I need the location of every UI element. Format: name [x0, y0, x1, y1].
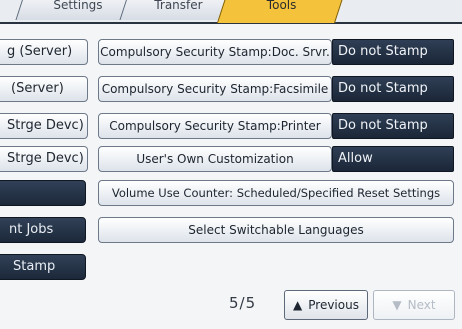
user-customization-value: Allow [332, 146, 454, 172]
tools-screen: Settings Transfer Tools g (Server) (Serv… [0, 0, 462, 329]
previous-button[interactable]: ▲ Previous [284, 290, 368, 320]
doc-server-stamp-label: Compulsory Security Stamp:Doc. Srvr. [100, 45, 330, 59]
switchable-languages-button[interactable]: Select Switchable Languages [98, 217, 454, 243]
user-customization-button[interactable]: User's Own Customization [98, 146, 332, 172]
page-indicator: 5/5 [229, 294, 257, 312]
left-button-1[interactable]: g (Server) [0, 39, 88, 65]
left-button-7-label: Stamp [13, 259, 56, 274]
printer-stamp-value: Do not Stamp [332, 113, 454, 139]
tab-strip: Settings Transfer Tools [0, 0, 462, 24]
left-button-6[interactable]: nt Jobs [0, 217, 86, 243]
switchable-languages-label: Select Switchable Languages [188, 223, 364, 237]
left-button-2-label: (Server) [11, 81, 64, 96]
facsimile-stamp-value: Do not Stamp [332, 76, 454, 102]
left-button-5[interactable] [0, 180, 86, 206]
next-label: Next [407, 298, 436, 312]
volume-counter-label: Volume Use Counter: Scheduled/Specified … [111, 186, 441, 200]
previous-label: Previous [308, 298, 359, 312]
left-button-7[interactable]: Stamp [0, 254, 86, 280]
left-button-4[interactable]: Strge Devc) [0, 146, 88, 172]
tab-tools-label: Tools [267, 0, 297, 12]
volume-counter-button[interactable]: Volume Use Counter: Scheduled/Specified … [98, 180, 454, 206]
printer-stamp-label: Compulsory Security Stamp:Printer [109, 119, 321, 133]
left-button-3[interactable]: Strge Devc) [0, 113, 88, 139]
facsimile-stamp-label: Compulsory Security Stamp:Facsimile [101, 82, 329, 96]
tab-transfer-label: Transfer [154, 0, 203, 12]
printer-stamp-button[interactable]: Compulsory Security Stamp:Printer [98, 113, 332, 139]
left-button-4-label: Strge Devc) [7, 151, 84, 166]
down-arrow-icon: ▼ [392, 298, 402, 312]
facsimile-stamp-button[interactable]: Compulsory Security Stamp:Facsimile [98, 76, 332, 102]
doc-server-stamp-value: Do not Stamp [332, 39, 454, 65]
left-button-3-label: Strge Devc) [7, 118, 84, 133]
user-customization-value-text: Allow [338, 151, 373, 166]
doc-server-stamp-value-text: Do not Stamp [338, 44, 428, 59]
doc-server-stamp-button[interactable]: Compulsory Security Stamp:Doc. Srvr. [98, 39, 332, 65]
user-customization-label: User's Own Customization [136, 152, 294, 166]
up-arrow-icon: ▲ [293, 298, 303, 312]
left-button-2[interactable]: (Server) [0, 76, 88, 102]
printer-stamp-value-text: Do not Stamp [338, 118, 428, 133]
facsimile-stamp-value-text: Do not Stamp [338, 81, 428, 96]
tab-settings-label: Settings [53, 0, 103, 12]
left-button-1-label: g (Server) [7, 44, 73, 59]
tab-tools[interactable]: Tools [216, 0, 346, 23]
next-button[interactable]: ▼ Next [373, 290, 455, 320]
left-button-6-label: nt Jobs [9, 222, 54, 237]
